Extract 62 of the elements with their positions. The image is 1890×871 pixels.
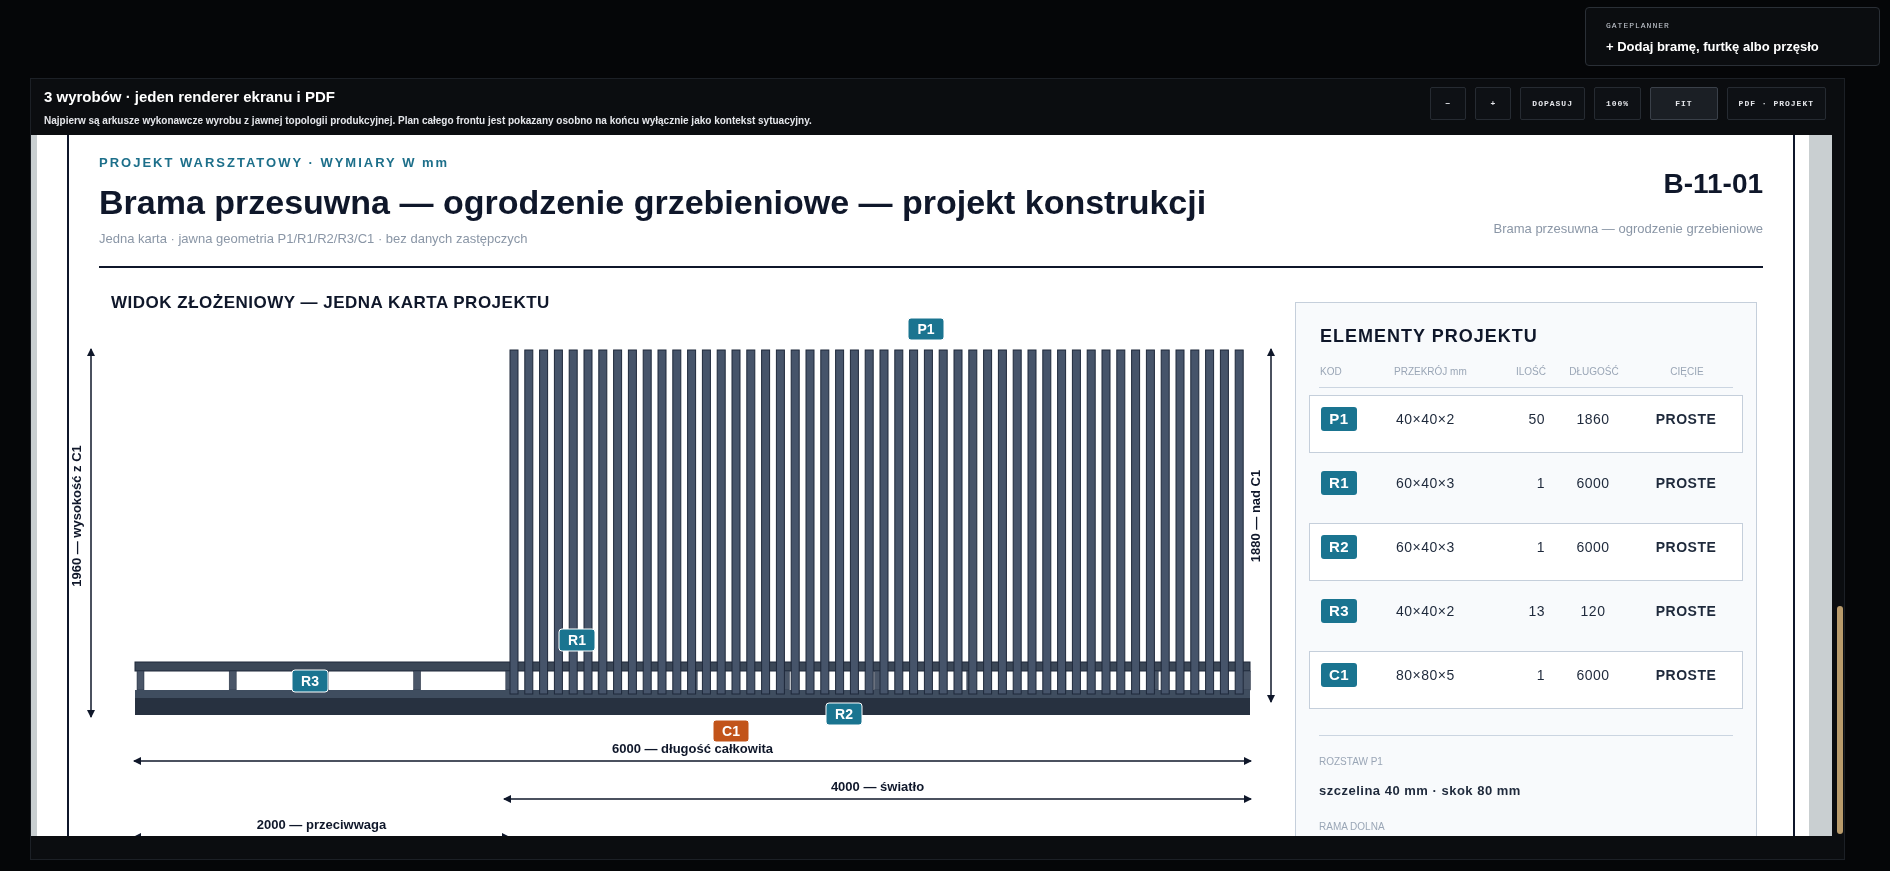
part-tag: C1 — [712, 719, 750, 742]
dimension-label: 1960 — wysokość z C1 — [69, 444, 85, 587]
note-label: ROZSTAW P1 — [1319, 755, 1384, 769]
toolbar-button[interactable]: PDF · PROJEKT — [1726, 87, 1826, 120]
sheet-code: B-11-01 — [1663, 167, 1764, 201]
dimension-label: 2000 — przeciwwaga — [256, 816, 387, 832]
part-tag: R2 — [825, 702, 863, 725]
table-cell-text: 60×40×3 — [1395, 473, 1456, 493]
drawing-title: WIDOK ZŁOŻENIOWY — JEDNA KARTA PROJEKTU — [111, 292, 551, 314]
table-cell-text: 13 — [1527, 601, 1545, 621]
table-cell-text: PROSTE — [1654, 409, 1718, 429]
table-cell-text: PROSTE — [1654, 473, 1718, 493]
sheet-eyebrow: PROJEKT WARSZTATOWY · WYMIARY W mm — [99, 154, 451, 172]
part-code: P1 — [1321, 407, 1357, 431]
table-cell-text: 6000 — [1575, 537, 1611, 557]
add-card[interactable]: GATEPLANNER + Dodaj bramę, furtkę albo przęsło — [1585, 7, 1880, 66]
table-cell-text: 1 — [1535, 537, 1545, 557]
column-header: KOD — [1320, 365, 1343, 379]
table-cell-text: 1 — [1535, 473, 1545, 493]
table-cell-text: 40×40×2 — [1395, 409, 1456, 429]
sheet-subtitle: Jedna karta · jawna geometria P1/R1/R2/R3/C1 · bez danych zastępczych — [99, 229, 529, 248]
part-tag: R1 — [558, 628, 596, 651]
part-code: C1 — [1321, 663, 1357, 687]
part-tag: R3 — [291, 669, 329, 692]
toolbar-button[interactable]: FIT — [1650, 87, 1718, 120]
table-cell-text: 6000 — [1575, 473, 1611, 493]
table-cell-text: 80×80×5 — [1395, 665, 1456, 685]
table-cell-text: PROSTE — [1654, 665, 1718, 685]
table-cell-text: 50 — [1527, 409, 1545, 429]
panel-title: 3 wyrobów · jeden renderer ekranu i PDF — [44, 87, 336, 107]
dimension-label: 1880 — nad C1 — [1248, 469, 1264, 562]
scrollbar-thumb[interactable] — [1837, 606, 1844, 834]
table-cell-text: 1 — [1535, 665, 1545, 685]
toolbar-button[interactable]: DOPASUJ — [1520, 87, 1585, 120]
note-label: RAMA DOLNA — [1319, 819, 1386, 834]
toolbar-button[interactable]: − — [1430, 87, 1467, 120]
part-code: R3 — [1321, 599, 1357, 623]
table-cell-text: PROSTE — [1654, 601, 1718, 621]
column-header: CIĘCIE — [1669, 365, 1705, 379]
column-header: ILOŚĆ — [1515, 364, 1546, 379]
table-cell-text: PROSTE — [1654, 537, 1718, 557]
table-cell-text: 40×40×2 — [1395, 601, 1456, 621]
note-value: szczelina 40 mm · skok 80 mm — [1319, 782, 1522, 800]
table-cell-text: 120 — [1579, 601, 1607, 621]
part-code: R2 — [1321, 535, 1357, 559]
part-code: R1 — [1321, 471, 1357, 495]
dimension-label: 4000 — światło — [830, 778, 925, 794]
panel-title: ELEMENTY PROJEKTU — [1319, 325, 1539, 348]
table-cell-text: 1860 — [1575, 409, 1611, 429]
sheet-caption: Brama przesuwna — ogrodzenie grzebieniowe — [1493, 220, 1764, 238]
column-header: PRZEKRÓJ mm — [1394, 364, 1468, 379]
table-cell-text: 6000 — [1575, 665, 1611, 685]
toolbar-button[interactable]: + — [1475, 87, 1512, 120]
panel-subtitle: Najpierw są arkusze wykonawcze wyrobu z jawnej topologii produkcyjnej. Plan całego frontu jest pokazany osobno na końcu wyłącznie jako kontekst sytuacyjny. — [44, 113, 812, 128]
column-header: DŁUGOŚĆ — [1568, 364, 1620, 379]
add-link[interactable]: + Dodaj bramę, furtkę albo przęsło — [1606, 37, 1859, 57]
sheet-title: Brama przesuwna — ogrodzenie grzebieniowe — projekt konstrukcji — [99, 182, 1207, 221]
part-tag: P1 — [907, 317, 945, 340]
toolbar-button[interactable]: 100% — [1593, 87, 1642, 120]
table-cell-text: 60×40×3 — [1395, 537, 1456, 557]
dimension-label: 6000 — długość całkowita — [611, 740, 774, 756]
brand-label: GATEPLANNER — [1606, 20, 1671, 32]
